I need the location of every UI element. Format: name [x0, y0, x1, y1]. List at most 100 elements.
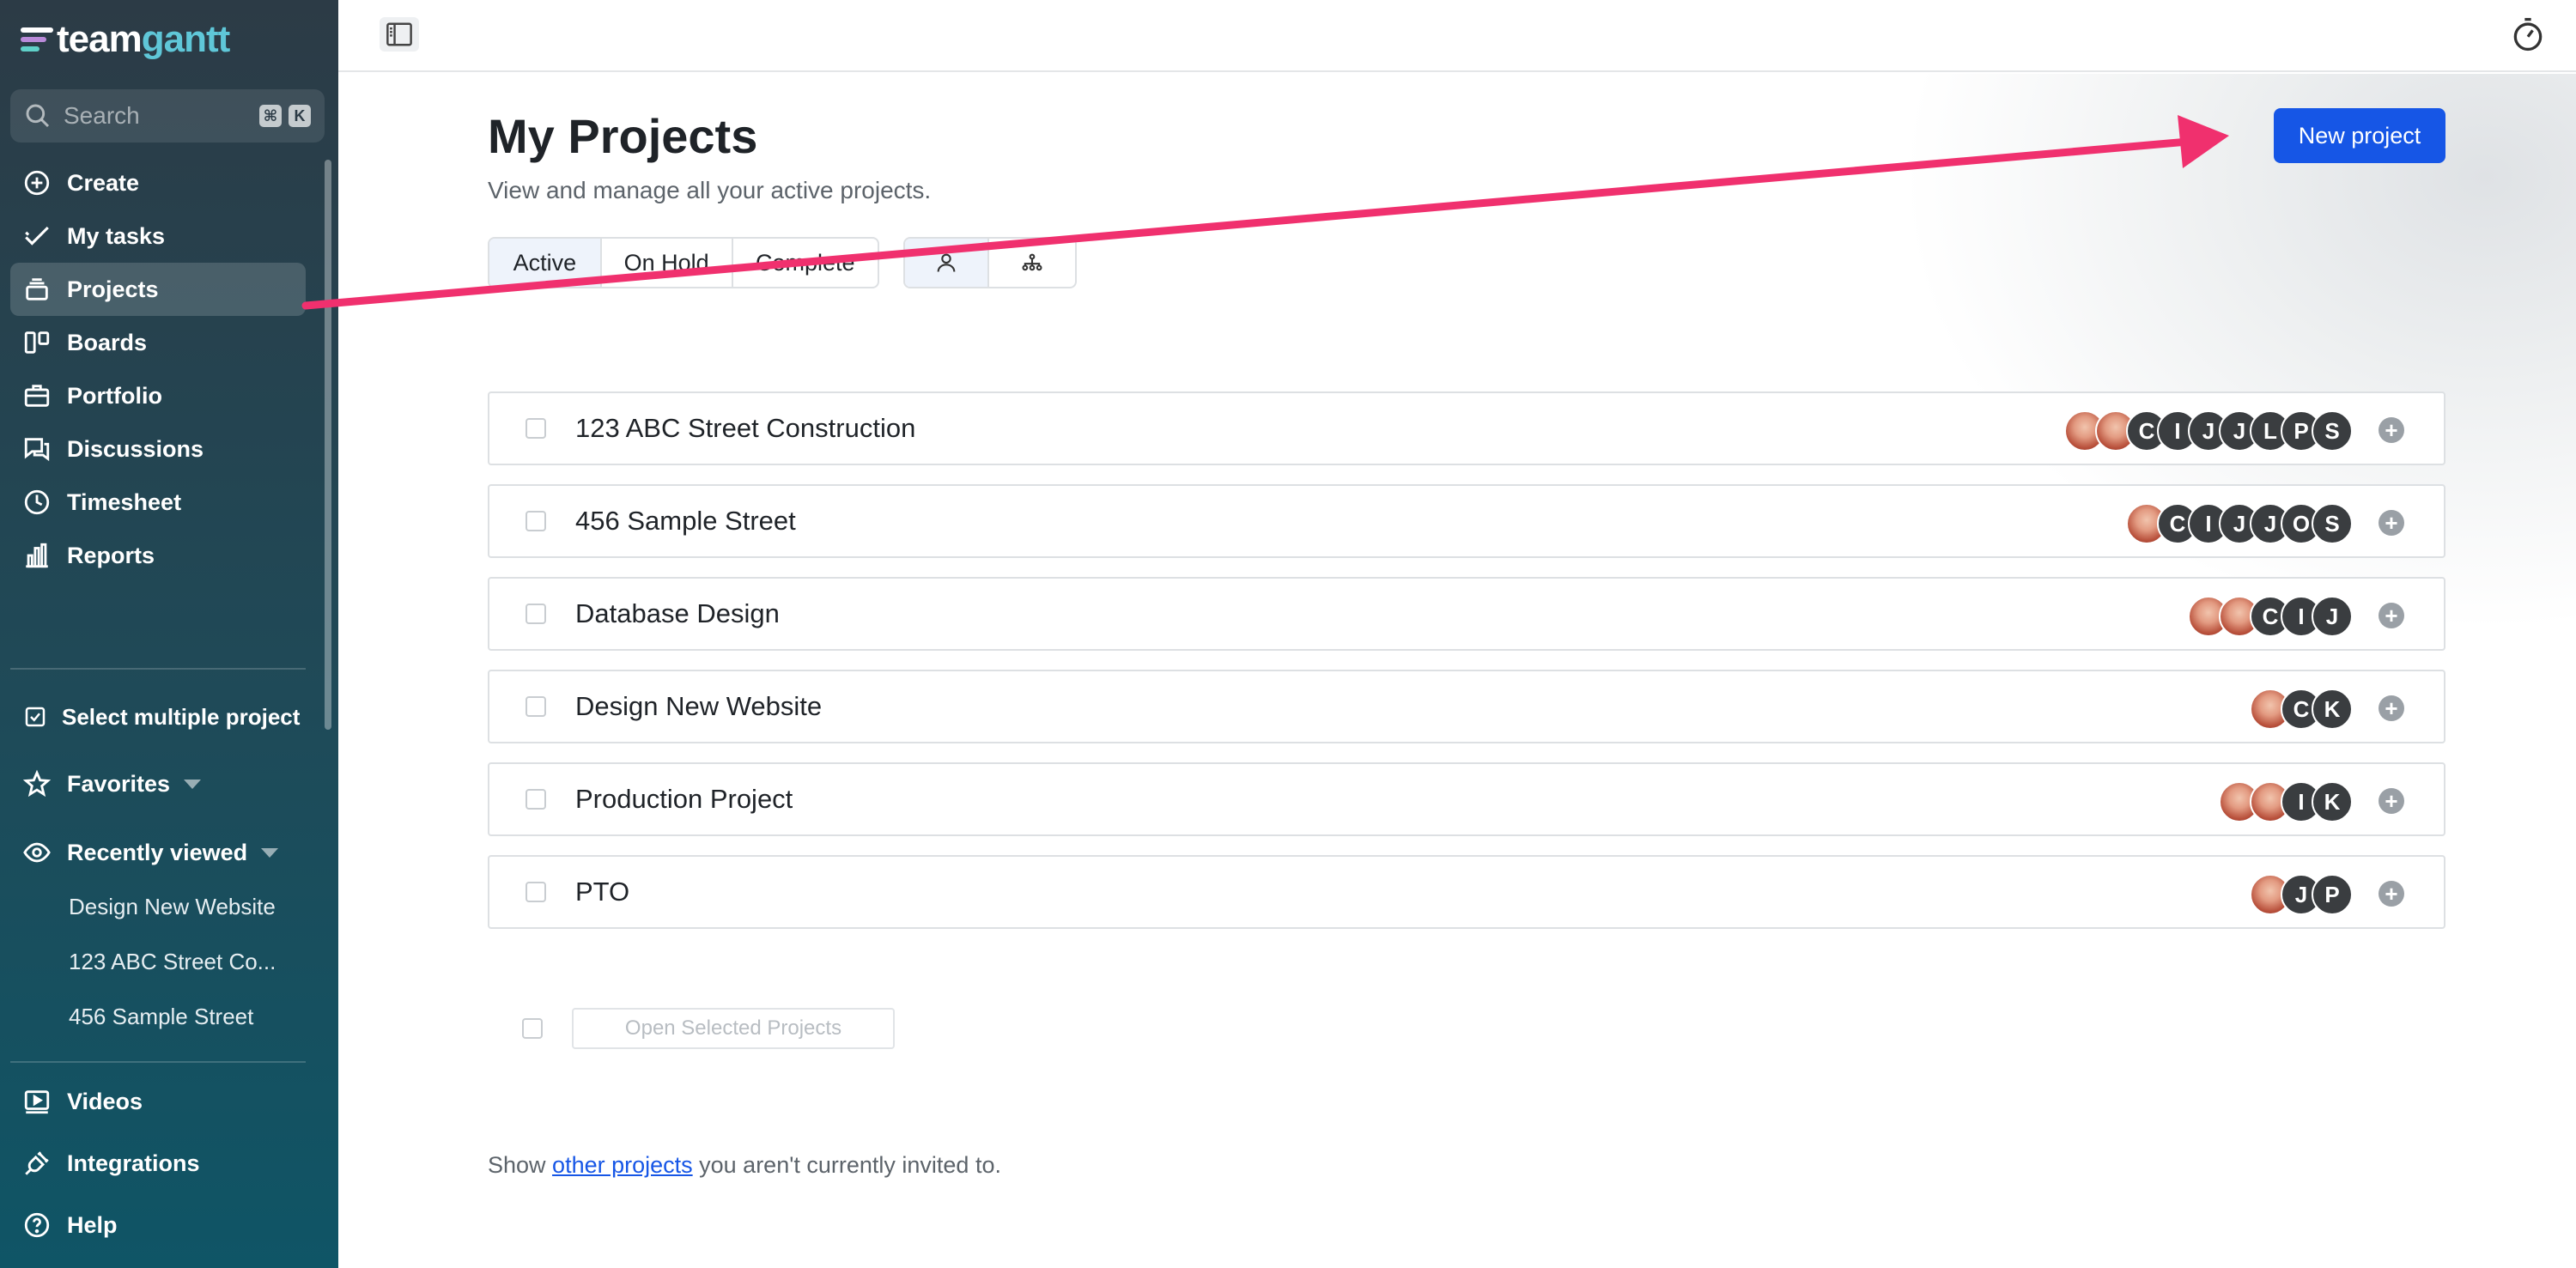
sidebar-item-integrations[interactable]: Integrations: [10, 1132, 306, 1194]
add-member-icon[interactable]: +: [2379, 603, 2404, 628]
other-projects-link[interactable]: other projects: [552, 1152, 693, 1178]
add-member-icon[interactable]: +: [2379, 788, 2404, 814]
project-row[interactable]: PTO PJ +: [488, 855, 2445, 929]
briefcase-icon: [24, 385, 50, 407]
sidebar-item-discussions[interactable]: Discussions: [10, 422, 306, 476]
add-member-icon[interactable]: +: [2379, 881, 2404, 907]
project-members: PJ: [2250, 874, 2353, 915]
recent-item[interactable]: 456 Sample Street: [10, 989, 306, 1044]
favorites-toggle[interactable]: Favorites: [10, 757, 306, 810]
logo-text-team: team: [57, 18, 143, 60]
project-row[interactable]: Production Project KI +: [488, 762, 2445, 836]
tab-on-hold[interactable]: On Hold: [602, 239, 733, 287]
sidebar-item-label: Create: [67, 169, 140, 196]
sidebar-item-select-multiple[interactable]: Select multiple project: [10, 690, 306, 743]
project-list: 123 ABC Street Construction SPLJJIC + 45…: [488, 391, 2445, 948]
org-chart-icon: [1022, 253, 1042, 271]
project-name[interactable]: 123 ABC Street Construction: [575, 413, 915, 444]
teamgantt-logo[interactable]: teamgantt: [21, 18, 231, 61]
project-name[interactable]: Design New Website: [575, 691, 822, 722]
project-name[interactable]: Production Project: [575, 784, 793, 815]
project-row[interactable]: Design New Website KC +: [488, 670, 2445, 743]
add-member-icon[interactable]: +: [2379, 417, 2404, 443]
sidebar-item-boards[interactable]: Boards: [10, 316, 306, 369]
project-row[interactable]: 456 Sample Street SOJJIC +: [488, 484, 2445, 558]
recently-viewed-section: Recently viewed Design New Website 123 A…: [10, 826, 306, 1044]
chevron-down-icon: [261, 847, 279, 858]
sidebar-item-projects[interactable]: Projects: [10, 263, 306, 316]
recent-item[interactable]: Design New Website: [10, 879, 306, 934]
project-checkbox[interactable]: [526, 604, 546, 624]
avatar-initial[interactable]: S: [2312, 410, 2353, 452]
project-checkbox[interactable]: [526, 418, 546, 439]
my-projects-filter-button[interactable]: [905, 239, 990, 287]
tab-active[interactable]: Active: [489, 239, 602, 287]
sidebar-toggle-button[interactable]: [380, 17, 419, 52]
recent-item-label: 456 Sample Street: [69, 1003, 254, 1029]
open-selected-projects-button[interactable]: Open Selected Projects: [572, 1008, 895, 1049]
sidebar-item-label: Videos: [67, 1088, 143, 1114]
main-nav: Create My tasks Projects Boards Portfoli…: [10, 156, 306, 582]
status-filter: Active On Hold Complete: [488, 237, 879, 288]
logo-text: teamgantt: [57, 18, 231, 61]
logo-text-gantt: gantt: [141, 18, 231, 60]
avatar-initial[interactable]: J: [2312, 596, 2353, 637]
avatar-initial[interactable]: P: [2312, 874, 2353, 915]
recently-viewed-toggle[interactable]: Recently viewed: [10, 826, 306, 879]
sidebar-item-reports[interactable]: Reports: [10, 529, 306, 582]
recent-item[interactable]: 123 ABC Street Co...: [10, 934, 306, 989]
project-name[interactable]: PTO: [575, 877, 629, 907]
video-icon: [24, 1090, 50, 1114]
chevron-down-icon: [184, 779, 202, 789]
sidebar-scrollbar[interactable]: [325, 160, 331, 730]
sidebar-item-help[interactable]: Help: [10, 1194, 306, 1256]
footer-note: Show other projects you aren't currently…: [488, 1152, 1001, 1179]
logo-mark-icon: [21, 24, 55, 55]
sidebar-divider: [10, 1061, 306, 1063]
sidebar-item-label: Boards: [67, 329, 148, 355]
project-checkbox[interactable]: [526, 789, 546, 810]
tab-complete[interactable]: Complete: [733, 239, 878, 287]
chat-icon: [24, 438, 50, 462]
sidebar-item-create[interactable]: Create: [10, 156, 306, 209]
bar-chart-icon: [26, 543, 48, 568]
add-member-icon[interactable]: +: [2379, 510, 2404, 536]
project-checkbox[interactable]: [526, 511, 546, 531]
project-members: SOJJIC: [2126, 503, 2353, 544]
search-box[interactable]: ⌘ K: [10, 89, 325, 143]
k-key: K: [289, 105, 311, 127]
avatar-initial[interactable]: K: [2312, 689, 2353, 730]
project-name[interactable]: 456 Sample Street: [575, 506, 796, 537]
view-filter: [903, 237, 1077, 288]
search-input[interactable]: [64, 102, 244, 130]
recently-viewed-label: Recently viewed: [67, 839, 248, 865]
project-row[interactable]: Database Design JIC +: [488, 577, 2445, 651]
bulk-actions: Open Selected Projects: [522, 1008, 895, 1049]
cmd-key: ⌘: [259, 105, 282, 127]
team-projects-filter-button[interactable]: [989, 239, 1075, 287]
favorites-label: Favorites: [67, 770, 171, 797]
eye-icon: [23, 842, 51, 863]
recent-item-label: Design New Website: [69, 893, 276, 919]
project-checkbox[interactable]: [526, 696, 546, 717]
project-members: KI: [2219, 781, 2353, 822]
sidebar-item-videos[interactable]: Videos: [10, 1071, 306, 1132]
sidebar-item-label: Reports: [67, 542, 155, 568]
search-shortcut: ⌘ K: [259, 105, 311, 127]
stopwatch-icon[interactable]: [2509, 15, 2547, 53]
sidebar-divider: [10, 668, 306, 670]
avatar-initial[interactable]: K: [2312, 781, 2353, 822]
sidebar-item-my-tasks[interactable]: My tasks: [10, 209, 306, 263]
project-checkbox[interactable]: [526, 882, 546, 902]
sidebar-item-label: Integrations: [67, 1150, 200, 1176]
add-member-icon[interactable]: +: [2379, 695, 2404, 721]
project-row[interactable]: 123 ABC Street Construction SPLJJIC +: [488, 391, 2445, 465]
avatar-initial[interactable]: S: [2312, 503, 2353, 544]
sidebar-item-timesheet[interactable]: Timesheet: [10, 476, 306, 529]
person-icon: [937, 253, 956, 272]
select-all-checkbox[interactable]: [522, 1018, 543, 1039]
project-name[interactable]: Database Design: [575, 598, 780, 629]
new-project-button[interactable]: New project: [2274, 108, 2445, 163]
sidebar-item-portfolio[interactable]: Portfolio: [10, 369, 306, 422]
clock-icon: [24, 489, 50, 515]
